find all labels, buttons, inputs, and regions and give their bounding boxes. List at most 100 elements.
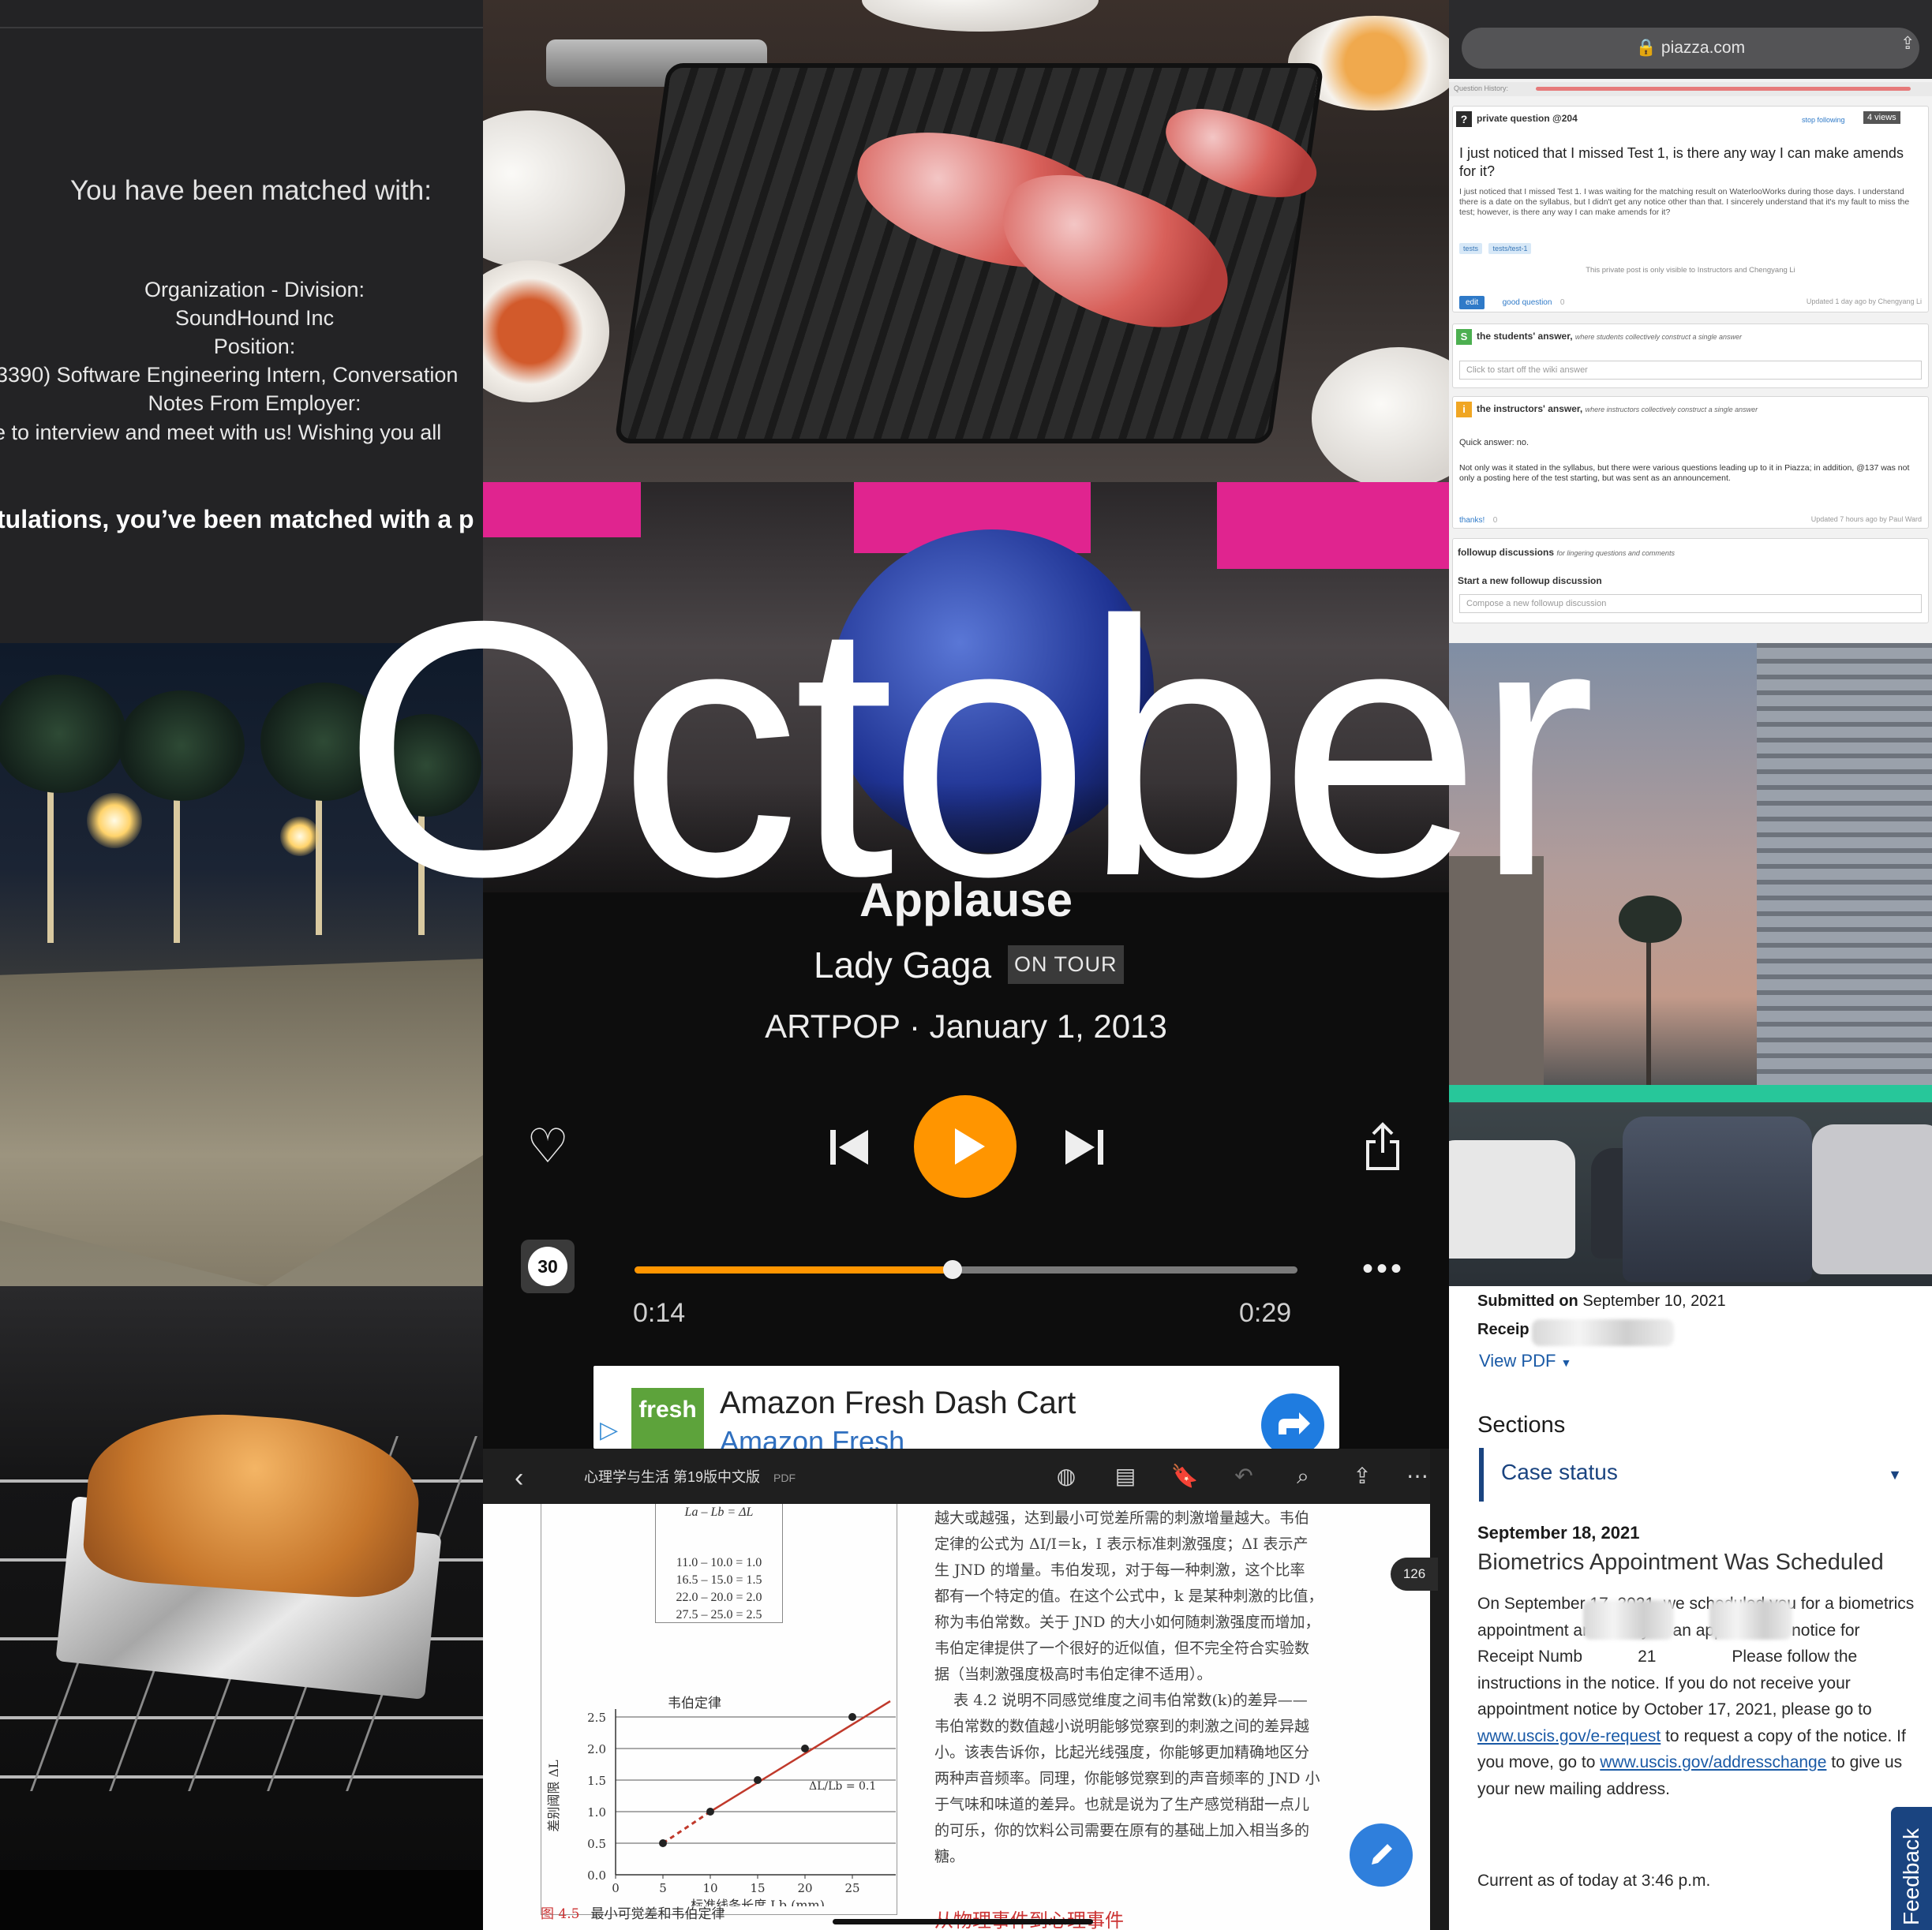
data-point xyxy=(659,1839,667,1847)
undo-icon[interactable]: ↶ xyxy=(1229,1461,1259,1491)
case-status-accordion[interactable]: Case status ▼ xyxy=(1479,1448,1910,1502)
ad-banner[interactable]: ▷ fresh Amazon Fresh Dash Cart Amazon Fr… xyxy=(593,1366,1339,1449)
empty-pool-basin xyxy=(0,959,483,1286)
tag-chip[interactable]: tests xyxy=(1459,243,1483,254)
share-icon[interactable]: ⇪ xyxy=(1347,1461,1377,1491)
play-button[interactable] xyxy=(914,1095,1017,1198)
edit-button[interactable]: edit xyxy=(1459,296,1485,309)
match-heading: You have been matched with: xyxy=(70,175,432,206)
ad-choices-icon[interactable]: ▷ xyxy=(600,1416,627,1443)
good-question-count: 0 xyxy=(1559,298,1565,307)
car xyxy=(1449,1140,1575,1259)
car xyxy=(1623,1116,1812,1282)
x-tick-label: 5 xyxy=(659,1881,667,1895)
students-answer-card: S the students' answer, where students c… xyxy=(1452,324,1929,388)
right-margin xyxy=(1430,1449,1449,1930)
bbq-grill-photo xyxy=(483,0,1449,482)
y-tick-label: 1.0 xyxy=(587,1805,606,1820)
event-description: On September 17, 2021, we scheduled you … xyxy=(1477,1595,1915,1798)
more-options-icon[interactable]: ••• xyxy=(1362,1253,1408,1285)
progress-bar[interactable] xyxy=(635,1260,1297,1279)
remaining-time: 0:29 xyxy=(1239,1298,1292,1328)
answer-updated-note: Updated 7 hours ago by Paul Ward xyxy=(1810,515,1922,523)
instructors-icon: i xyxy=(1456,402,1472,417)
brightness-icon[interactable]: ◍ xyxy=(1051,1461,1081,1491)
home-indicator xyxy=(833,1919,1093,1924)
address-bar[interactable]: 🔒 piazza.com xyxy=(1462,28,1919,69)
view-pdf-link[interactable]: View PDF ▼ xyxy=(1479,1351,1571,1371)
formula-row: 27.5 – 25.0 = 2.5 xyxy=(676,1608,762,1621)
playback-speed-button[interactable]: 30 xyxy=(521,1240,575,1293)
sections-title: Sections xyxy=(1477,1412,1566,1438)
play-icon xyxy=(955,1128,985,1165)
redacted-receipt xyxy=(1709,1600,1792,1640)
updated-note: Updated 1 day ago by Chengyang Li xyxy=(1806,297,1922,305)
stop-following-link[interactable]: stop following xyxy=(1802,116,1845,124)
bookmark-icon[interactable]: 🔖 xyxy=(1170,1461,1200,1491)
thumbnails-icon[interactable]: ▤ xyxy=(1110,1461,1140,1491)
x-tick-label: 0 xyxy=(612,1881,620,1895)
arrow-right-icon xyxy=(1279,1412,1310,1434)
x-tick-label: 10 xyxy=(702,1881,717,1895)
e-request-link[interactable]: www.uscis.gov/e-request xyxy=(1477,1727,1661,1745)
good-question-button[interactable]: good question xyxy=(1503,298,1552,307)
uscis-case-status-screenshot: Submitted on September 10, 2021 Receip V… xyxy=(1449,1286,1932,1930)
search-icon[interactable]: ⌕ xyxy=(1288,1461,1318,1491)
address-change-link[interactable]: www.uscis.gov/addresschange xyxy=(1600,1753,1826,1771)
page-number-badge[interactable]: 126 xyxy=(1391,1558,1438,1591)
formula-box: La – Lb = ΔL 11.0 – 10.0 = 1.0 16.5 – 15… xyxy=(655,1504,783,1623)
org-value: SoundHound Inc xyxy=(174,306,335,330)
x-tick-label: 25 xyxy=(844,1881,859,1895)
thanks-count: 0 xyxy=(1492,516,1498,525)
formula-row: 22.0 – 20.0 = 2.0 xyxy=(676,1591,762,1604)
oven-rack xyxy=(0,1775,483,1779)
answer-actions: thanks! 0 xyxy=(1459,512,1497,526)
visibility-note: This private post is only visible to Ins… xyxy=(1586,266,1795,275)
formula-top: La – Lb = ΔL xyxy=(684,1505,754,1519)
redacted-receipt xyxy=(1583,1600,1674,1640)
position-label: Position: xyxy=(213,335,296,358)
file-format: PDF xyxy=(773,1472,796,1484)
submitted-date: September 10, 2021 xyxy=(1582,1292,1726,1310)
share-icon[interactable] xyxy=(1363,1121,1402,1172)
instructors-answer-title: the instructors' answer, where instructo… xyxy=(1477,403,1758,414)
more-icon[interactable]: ⋯ xyxy=(1402,1461,1432,1491)
sauce-dish xyxy=(483,260,609,402)
question-actions: edit good question 0 xyxy=(1459,294,1564,309)
pdf-reader-screenshot: ‹ 心理学与生活 第19版中文版 PDF ◍ ▤ 🔖 ↶ ⌕ ⇪ ⋯ La – … xyxy=(483,1449,1449,1930)
section-heading: 从物理事件到心理事件 xyxy=(934,1905,1124,1930)
tag-chip[interactable]: tests/test-1 xyxy=(1488,243,1532,254)
back-icon[interactable]: ‹ xyxy=(515,1463,523,1494)
share-icon[interactable]: ⇪ xyxy=(1900,33,1918,54)
ad-logo: fresh xyxy=(631,1388,704,1449)
y-tick-label: 0.5 xyxy=(587,1837,606,1851)
elapsed-time: 0:14 xyxy=(633,1298,686,1328)
heart-icon[interactable]: ♡ xyxy=(522,1121,573,1172)
month-overlay-title: October xyxy=(342,547,1596,952)
previous-track-icon[interactable] xyxy=(827,1125,871,1169)
notes-label: Notes From Employer: xyxy=(148,391,361,415)
thanks-button[interactable]: thanks! xyxy=(1459,516,1485,525)
ad-go-button[interactable] xyxy=(1261,1393,1324,1449)
book-title: 心理学与生活 第19版中文版 PDF xyxy=(584,1469,796,1485)
oven-bread-photo xyxy=(0,1286,483,1930)
feedback-tab[interactable]: Feedback xyxy=(1891,1807,1932,1930)
position-value: 23390) Software Engineering Intern, Conv… xyxy=(0,363,459,387)
progress-knob[interactable] xyxy=(943,1260,963,1279)
students-icon: S xyxy=(1456,329,1472,345)
next-track-icon[interactable] xyxy=(1062,1125,1106,1169)
wiki-answer-input[interactable]: Click to start off the wiki answer xyxy=(1459,361,1922,380)
students-answer-title: the students' answer, where students col… xyxy=(1477,331,1743,342)
history-slider[interactable] xyxy=(1536,87,1911,91)
annotate-button[interactable] xyxy=(1350,1823,1413,1887)
pencil-icon xyxy=(1372,1844,1392,1865)
quick-answer: Quick answer: no. xyxy=(1459,438,1530,447)
ad-headline: Amazon Fresh Dash Cart xyxy=(720,1386,1076,1420)
post-type: private question @204 xyxy=(1477,113,1578,124)
instructors-answer-sub: where instructors collectively construct… xyxy=(1585,406,1758,413)
case-status-label: Case status xyxy=(1501,1460,1618,1484)
neon-strip xyxy=(1449,1085,1932,1102)
formula-row: 11.0 – 10.0 = 1.0 xyxy=(676,1556,762,1569)
album-art-shape xyxy=(483,482,641,537)
album-line[interactable]: ARTPOP · January 1, 2013 xyxy=(483,1008,1449,1045)
